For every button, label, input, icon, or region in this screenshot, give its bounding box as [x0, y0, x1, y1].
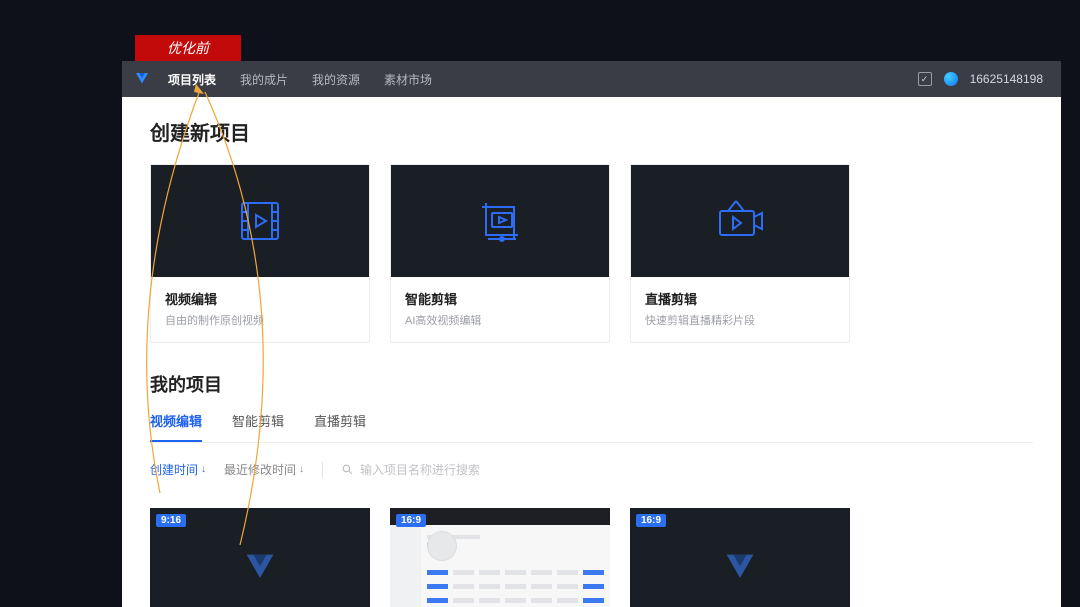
- create-section-title: 创建新项目: [150, 117, 1033, 146]
- page-body: 创建新项目 视频编辑 自由的制作原创视频 智能剪辑 AI高效视频编辑: [122, 97, 1061, 607]
- create-card-sub: 自由的制作原创视频: [165, 312, 355, 328]
- sort-created[interactable]: 创建时间↓: [150, 461, 206, 478]
- aspect-badge: 16:9: [396, 514, 426, 527]
- create-card-video-edit[interactable]: 视频编辑 自由的制作原创视频: [150, 164, 370, 343]
- placeholder-logo-icon: [720, 548, 760, 593]
- tab-live-cut[interactable]: 直播剪辑: [314, 411, 366, 442]
- create-card-title: 直播剪辑: [645, 289, 835, 308]
- my-projects-title: 我的项目: [150, 371, 1033, 397]
- topbar: 项目列表 我的成片 我的资源 素材市场 ✓ 16625148198: [122, 61, 1061, 97]
- create-card-sub: AI高效视频编辑: [405, 312, 595, 328]
- project-tabs: 视频编辑 智能剪辑 直播剪辑: [150, 411, 1033, 443]
- aspect-badge: 9:16: [156, 514, 186, 527]
- divider: [322, 462, 323, 478]
- arrow-down-icon: ↓: [201, 464, 206, 475]
- project-grid: 9:16: [150, 508, 1033, 607]
- nav-item-project-list[interactable]: 项目列表: [168, 71, 216, 88]
- create-card-sub: 快速剪辑直播精彩片段: [645, 312, 835, 328]
- user-id: 16625148198: [970, 72, 1043, 86]
- app-logo[interactable]: [122, 61, 162, 97]
- top-nav: 项目列表 我的成片 我的资源 素材市场: [168, 71, 432, 88]
- tab-ai-cut[interactable]: 智能剪辑: [232, 411, 284, 442]
- search-box[interactable]: [341, 463, 520, 477]
- nav-item-my-output[interactable]: 我的成片: [240, 71, 288, 88]
- nav-item-my-resources[interactable]: 我的资源: [312, 71, 360, 88]
- create-card-title: 视频编辑: [165, 289, 355, 308]
- arrow-down-icon: ↓: [299, 464, 304, 475]
- placeholder-logo-icon: [240, 548, 280, 593]
- film-icon: [151, 165, 369, 277]
- search-input[interactable]: [360, 463, 520, 477]
- project-card[interactable]: 16:9: [630, 508, 850, 607]
- nav-item-market[interactable]: 素材市场: [384, 71, 432, 88]
- create-card-row: 视频编辑 自由的制作原创视频 智能剪辑 AI高效视频编辑 直播剪辑: [150, 164, 1033, 343]
- sort-modified[interactable]: 最近修改时间↓: [224, 461, 304, 478]
- tv-icon: [631, 165, 849, 277]
- tab-video-edit[interactable]: 视频编辑: [150, 411, 202, 442]
- smart-crop-icon: [391, 165, 609, 277]
- user-avatar[interactable]: [944, 72, 958, 86]
- project-card[interactable]: 16:9: [390, 508, 610, 607]
- create-card-title: 智能剪辑: [405, 289, 595, 308]
- search-icon: [341, 463, 354, 476]
- before-optimization-tag: 优化前: [135, 35, 241, 61]
- checkbox-icon[interactable]: ✓: [918, 72, 932, 86]
- aspect-badge: 16:9: [636, 514, 666, 527]
- filter-row: 创建时间↓ 最近修改时间↓: [150, 461, 1033, 478]
- create-card-ai-cut[interactable]: 智能剪辑 AI高效视频编辑: [390, 164, 610, 343]
- project-card[interactable]: 9:16: [150, 508, 370, 607]
- create-card-live-cut[interactable]: 直播剪辑 快速剪辑直播精彩片段: [630, 164, 850, 343]
